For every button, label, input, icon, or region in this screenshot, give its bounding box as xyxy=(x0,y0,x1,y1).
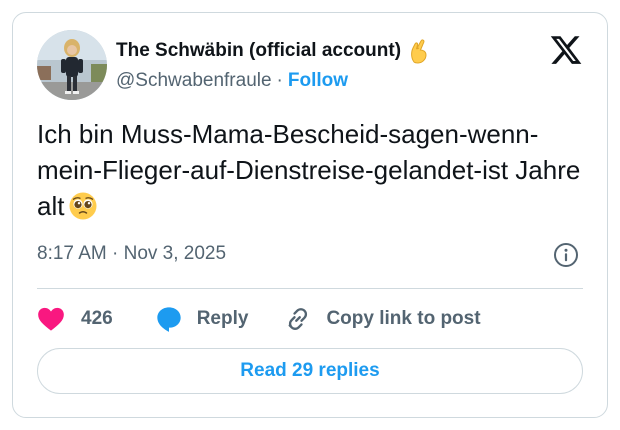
read-replies-button[interactable]: Read 29 replies xyxy=(37,348,583,394)
reply-label: Reply xyxy=(196,308,249,329)
post-timestamp[interactable]: 8:17 AM · Nov 3, 2025 xyxy=(37,243,226,265)
author-handle[interactable]: @Schwabenfraule xyxy=(116,70,272,91)
read-replies-label: Read 29 replies xyxy=(240,360,380,381)
author-display-name[interactable]: The Schwäbin (official account) xyxy=(116,40,401,62)
avatar[interactable] xyxy=(37,30,107,100)
author-name-line: The Schwäbin (official account) xyxy=(116,38,431,64)
separator-dot: · xyxy=(276,70,283,91)
avatar-image xyxy=(37,30,107,100)
post-text: Ich bin Muss-Mama-Bescheid-sagen-wenn-me… xyxy=(37,116,587,230)
pinching-hand-emoji-icon xyxy=(407,38,431,64)
author-handle-line: @Schwabenfraule · Follow xyxy=(116,70,348,92)
pleading-face-emoji-icon xyxy=(68,191,98,230)
speech-bubble-icon xyxy=(155,305,183,333)
x-logo-icon[interactable] xyxy=(549,33,583,67)
like-count: 426 xyxy=(81,308,113,329)
follow-button[interactable]: Follow xyxy=(288,70,348,91)
copy-link-button[interactable]: Copy link to post xyxy=(284,305,481,333)
copy-link-label: Copy link to post xyxy=(326,308,481,329)
post-text-content: Ich bin Muss-Mama-Bescheid-sagen-wenn-me… xyxy=(37,119,581,221)
post-actions: 426 Reply Copy link to post xyxy=(37,303,481,335)
embedded-post-card: The Schwäbin (official account) @Schwabe… xyxy=(12,12,608,418)
like-button[interactable]: 426 xyxy=(37,306,113,332)
info-icon[interactable] xyxy=(553,242,579,268)
heart-icon xyxy=(37,306,65,332)
divider xyxy=(37,288,583,289)
link-icon xyxy=(284,305,312,333)
reply-button[interactable]: Reply xyxy=(155,305,249,333)
